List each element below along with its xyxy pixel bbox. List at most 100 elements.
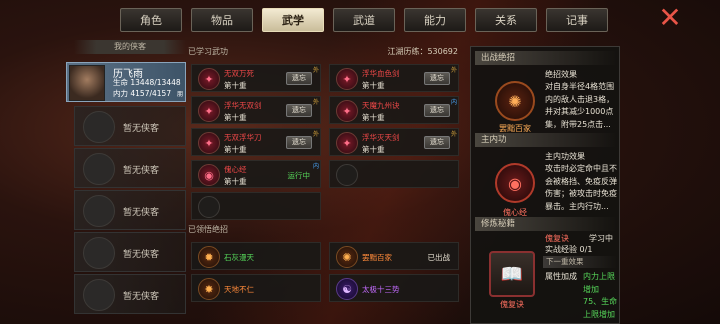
skill-type-badge: 内 bbox=[450, 99, 457, 106]
move-slot[interactable]: ✹ 石灰漫天 bbox=[191, 242, 321, 270]
inner-effect-title: 主内功效果 bbox=[545, 152, 585, 161]
empty-hero-slot[interactable]: 暂无侠客 bbox=[74, 106, 186, 146]
empty-hero-slot[interactable]: 暂无侠客 bbox=[74, 148, 186, 188]
skill-type-badge: 外 bbox=[312, 99, 319, 106]
empty-hero-slot[interactable]: 暂无侠客 bbox=[74, 274, 186, 314]
skill-type-badge: 内 bbox=[312, 163, 319, 170]
comprehended-moves-title: 已领悟绝招 bbox=[188, 225, 228, 234]
empty-skill-slot[interactable] bbox=[329, 160, 459, 188]
forget-button[interactable]: 遗忘 bbox=[286, 72, 312, 85]
empty-slot-icon bbox=[336, 164, 358, 186]
skill-icon: ✦ bbox=[198, 100, 220, 122]
move-icon: ✸ bbox=[198, 278, 220, 300]
tab-journal[interactable]: 记事 bbox=[546, 8, 608, 32]
skill-icon: ✦ bbox=[336, 68, 358, 90]
empty-avatar-icon bbox=[83, 153, 115, 185]
move-icon: ☯ bbox=[336, 278, 358, 300]
tab-relations[interactable]: 关系 bbox=[475, 8, 537, 32]
skill-level: 第十重 bbox=[224, 145, 247, 154]
empty-slot-label: 暂无侠客 bbox=[123, 292, 160, 302]
hero-card-selected[interactable]: 历飞雨 生命 13448/13448 内力 4157/4157 朋 bbox=[66, 62, 186, 102]
jianghu-exp: 江湖历练：530692 bbox=[387, 47, 458, 56]
tab-wudao[interactable]: 武道 bbox=[333, 8, 395, 32]
forget-button[interactable]: 遗忘 bbox=[424, 72, 450, 85]
empty-hero-slot[interactable]: 暂无侠客 bbox=[74, 190, 186, 230]
forget-button[interactable]: 遗忘 bbox=[424, 104, 450, 117]
hero-tag: 朋 bbox=[176, 91, 183, 98]
skill-slot[interactable]: ✦ 无双万死 第十重 遗忘 外 bbox=[191, 64, 321, 92]
close-icon[interactable]: ✕ bbox=[656, 4, 684, 32]
skill-icon: ◉ bbox=[198, 164, 220, 186]
skill-icon: ✦ bbox=[336, 100, 358, 122]
tab-martial-arts[interactable]: 武学 bbox=[262, 8, 324, 32]
combat-status: 已出战 bbox=[427, 253, 451, 262]
skill-slot[interactable]: ◉ 傀心经 第十重 运行中 内 bbox=[191, 160, 321, 188]
skill-slot[interactable]: ✦ 无双浮华刀 第十重 遗忘 外 bbox=[191, 128, 321, 156]
attr-text: 内力上限增加 75、生命上限增加 45、防御增加 45、武学... bbox=[583, 272, 618, 319]
skill-level: 第十重 bbox=[362, 145, 385, 154]
skill-name: 无双浮华刀 bbox=[224, 133, 262, 142]
skill-level: 第十重 bbox=[362, 81, 385, 90]
move-icon: ✺ bbox=[336, 246, 358, 268]
inner-skill-header: 主内功 bbox=[475, 133, 617, 147]
skill-name: 浮华灭天剑 bbox=[362, 133, 400, 142]
effect-title: 绝招效果 bbox=[545, 70, 577, 79]
battle-move-header: 出战绝招 bbox=[475, 51, 617, 65]
book-icon[interactable]: 📖 bbox=[489, 251, 535, 297]
move-name: 罢黜百家 bbox=[362, 253, 392, 262]
empty-hero-slot[interactable]: 暂无侠客 bbox=[74, 232, 186, 272]
empty-slot-label: 暂无侠客 bbox=[123, 208, 160, 218]
skill-name: 无双万死 bbox=[224, 69, 254, 78]
tab-bar: 角色 物品 武学 武道 能力 关系 记事 bbox=[120, 8, 608, 32]
tab-items[interactable]: 物品 bbox=[191, 8, 253, 32]
skill-slot[interactable]: ✦ 浮华无双剑 第十重 遗忘 外 bbox=[191, 96, 321, 124]
attr-label: 属性加成 bbox=[545, 272, 577, 281]
effect-text: 对自身半径4格范围内的敌人击退3格，并对其减少1000点集，附带25点击... bbox=[545, 82, 615, 129]
skill-icon: ✦ bbox=[198, 68, 220, 90]
forget-button[interactable]: 遗忘 bbox=[286, 104, 312, 117]
hero-hp: 生命 13448/13448 bbox=[113, 78, 181, 87]
empty-slot-label: 暂无侠客 bbox=[123, 166, 160, 176]
move-slot[interactable]: ✺ 罢黜百家 已出战 bbox=[329, 242, 459, 270]
skill-type-badge: 外 bbox=[450, 131, 457, 138]
next-effect-header: 下一重效果 bbox=[543, 256, 617, 268]
battle-move-icon[interactable]: ✺ bbox=[495, 81, 535, 121]
skill-slot[interactable]: ✦ 浮华灭天剑 第十重 遗忘 外 bbox=[329, 128, 459, 156]
hero-mp: 内力 4157/4157 bbox=[113, 89, 172, 98]
skill-name: 浮华血色剑 bbox=[362, 69, 400, 78]
my-heroes-label: 我的侠客 bbox=[74, 40, 186, 54]
empty-avatar-icon bbox=[83, 237, 115, 269]
tab-abilities[interactable]: 能力 bbox=[404, 8, 466, 32]
empty-slot-label: 暂无侠客 bbox=[123, 250, 160, 260]
running-status: 运行中 bbox=[287, 171, 311, 180]
learned-skills-title: 已学习武功 bbox=[188, 47, 228, 56]
move-name: 石灰漫天 bbox=[224, 253, 254, 262]
empty-avatar-icon bbox=[83, 195, 115, 227]
move-name: 太极十三势 bbox=[362, 285, 400, 294]
skill-name: 浮华无双剑 bbox=[224, 101, 262, 110]
forget-button[interactable]: 遗忘 bbox=[424, 136, 450, 149]
move-slot[interactable]: ✸ 天地不仁 bbox=[191, 274, 321, 302]
tab-character[interactable]: 角色 bbox=[120, 8, 182, 32]
skill-icon: ✦ bbox=[198, 132, 220, 154]
skill-slot[interactable]: ✦ 浮华血色剑 第十重 遗忘 外 bbox=[329, 64, 459, 92]
skill-type-badge: 外 bbox=[312, 131, 319, 138]
skill-name: 天魔九州诀 bbox=[362, 101, 400, 110]
skill-level: 第十重 bbox=[224, 177, 247, 186]
move-slot[interactable]: ☯ 太极十三势 bbox=[329, 274, 459, 302]
empty-skill-slot[interactable] bbox=[191, 192, 321, 220]
skill-level: 第十重 bbox=[362, 113, 385, 122]
book-label: 傀复诀 bbox=[500, 300, 524, 309]
learning-status: 学习中 bbox=[589, 234, 613, 243]
forget-button[interactable]: 遗忘 bbox=[286, 136, 312, 149]
move-name: 天地不仁 bbox=[224, 285, 254, 294]
skill-icon: ✦ bbox=[336, 132, 358, 154]
inner-skill-icon[interactable]: ◉ bbox=[495, 163, 535, 203]
cultivation-header: 修炼秘籍 bbox=[475, 217, 617, 231]
skill-slot[interactable]: ✦ 天魔九州诀 第十重 遗忘 内 bbox=[329, 96, 459, 124]
inner-effect-text: 攻击时必定命中且不会被格挡、免疫反弹伤害；被攻击时免疫暴击。主内行功... bbox=[545, 164, 617, 211]
empty-slot-label: 暂无侠客 bbox=[123, 124, 160, 134]
book-name: 傀复诀 bbox=[545, 234, 569, 243]
empty-avatar-icon bbox=[83, 279, 115, 311]
empty-slot-icon bbox=[198, 196, 220, 218]
